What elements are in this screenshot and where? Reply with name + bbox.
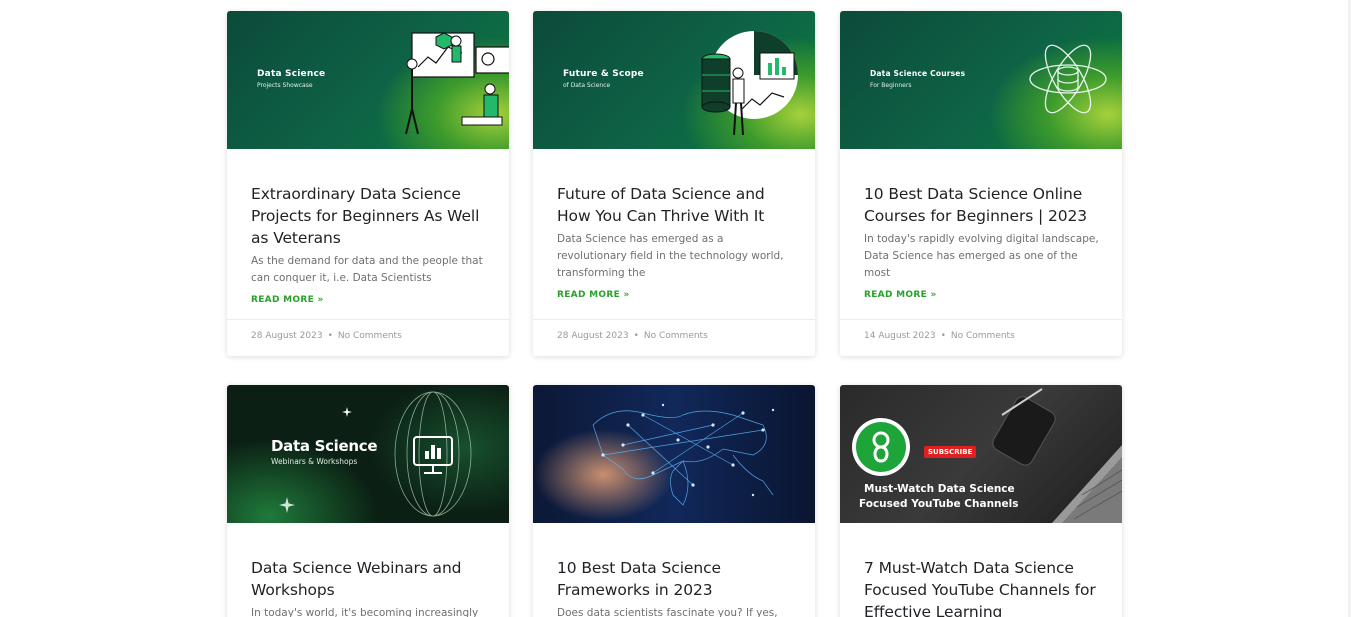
post-card: Future & Scope of Data Science Future of… [533,11,815,356]
post-meta: 14 August 2023 • No Comments [840,319,1122,356]
sparkle-icon [279,497,295,513]
post-thumbnail[interactable]: Data Science Courses For Beginners [840,11,1122,149]
post-excerpt: In today's rapidly evolving digital land… [864,233,1099,279]
meta-separator: • [633,331,639,341]
post-excerpt: Data Science has emerged as a revolution… [557,233,784,279]
post-thumbnail[interactable]: Data Science Webinars & Workshops [227,385,509,523]
monitor-chart-icon [394,391,472,517]
post-thumbnail[interactable]: Data Science Projects Showcase [227,11,509,149]
post-excerpt: As the demand for data and the people th… [251,255,483,284]
post-title[interactable]: 10 Best Data Science Frameworks in 2023 [557,557,792,601]
sparkle-icon [342,407,352,417]
read-more-link[interactable]: READ MORE » [557,290,630,300]
post-meta: 28 August 2023 • No Comments [533,319,815,356]
thumbnail-subtitle: For Beginners [870,82,912,89]
thumbnail-title-line-1: Must-Watch Data Science [864,483,1015,495]
thumbnail-title-line-2: Focused YouTube Channels [859,498,1019,510]
thumbnail-subtitle: of Data Science [563,82,611,89]
post-title[interactable]: Future of Data Science and How You Can T… [557,183,792,227]
atom-database-icon [1029,44,1107,114]
post-card: Data Science Projects Showcase Extraordi… [227,11,509,356]
post-comments[interactable]: No Comments [338,331,402,341]
thumbnail-title: Data Science [257,69,326,79]
post-title[interactable]: Extraordinary Data Science Projects for … [251,183,486,249]
post-excerpt: In today's world, it's becoming increasi… [251,607,479,617]
people-charts-illustration [405,32,509,135]
thumbnail-title: Data Science [271,437,378,455]
post-title[interactable]: Data Science Webinars and Workshops [251,557,486,601]
youtube-logo-icon [852,418,910,476]
thumbnail-title: Future & Scope [563,69,644,79]
post-date: 14 August 2023 [864,331,936,341]
post-card: SUBSCRIBE Must-Watch Data Science Focuse… [840,385,1122,617]
post-card: Data Science Webinars & Workshops Data S… [227,385,509,617]
post-comments[interactable]: No Comments [644,331,708,341]
post-comments[interactable]: No Comments [951,331,1015,341]
post-card: 10 Best Data Science Frameworks in 2023 … [533,385,815,617]
read-more-link[interactable]: READ MORE » [864,290,937,300]
world-map-network-image [592,403,775,506]
post-card: Data Science Courses For Beginners 10 Be… [840,11,1122,356]
subscribe-badge: SUBSCRIBE [924,446,977,458]
post-excerpt: Does data scientists fascinate you? If y… [557,607,778,617]
post-date: 28 August 2023 [557,331,629,341]
thumbnail-subtitle: Projects Showcase [257,82,313,89]
post-meta: 28 August 2023 • No Comments [227,319,509,356]
thumbnail-title: Data Science Courses [870,69,966,78]
meta-separator: • [940,331,946,341]
post-thumbnail[interactable]: Future & Scope of Data Science [533,11,815,149]
post-title[interactable]: 7 Must-Watch Data Science Focused YouTub… [864,557,1099,617]
post-thumbnail[interactable] [533,385,815,523]
thumbnail-subtitle: Webinars & Workshops [271,457,358,466]
post-title[interactable]: 10 Best Data Science Online Courses for … [864,183,1099,227]
database-analyst-illustration [701,31,798,136]
meta-separator: • [327,331,333,341]
post-thumbnail[interactable]: SUBSCRIBE Must-Watch Data Science Focuse… [840,385,1122,523]
read-more-link[interactable]: READ MORE » [251,295,324,305]
post-date: 28 August 2023 [251,331,323,341]
